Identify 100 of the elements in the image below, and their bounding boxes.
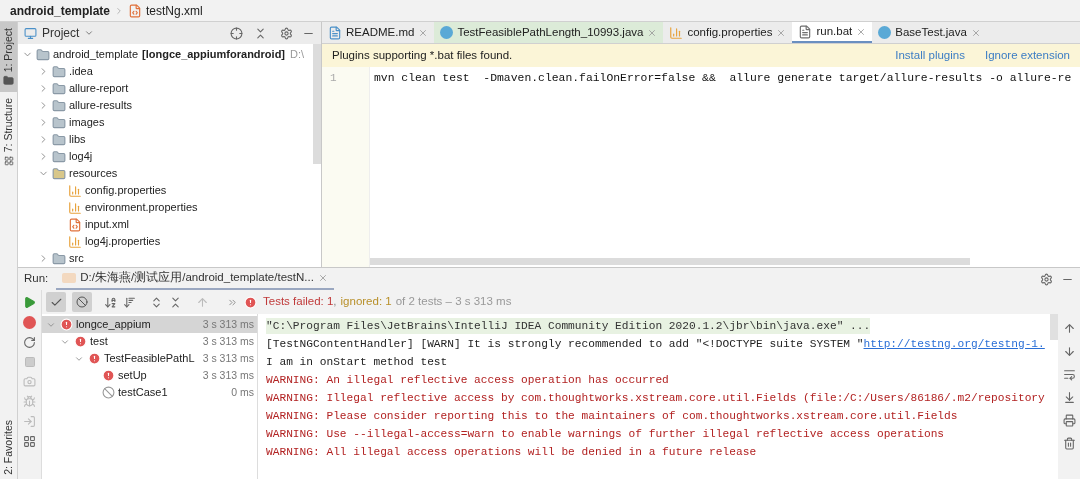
dropdown-icon[interactable] (84, 28, 95, 38)
tree-item[interactable]: android_template (53, 46, 138, 63)
import-icon[interactable] (23, 415, 36, 428)
close-icon[interactable] (317, 273, 328, 283)
console-link[interactable]: http://testng.org/testng-1. (863, 335, 1045, 353)
module-folder-icon (36, 47, 50, 62)
tree-item[interactable]: config.properties (85, 182, 167, 199)
tree-item[interactable]: allure-results (69, 97, 132, 114)
editor-tab[interactable]: BaseTest.java (872, 22, 987, 43)
folder-icon (52, 149, 66, 164)
collapse-all-icon[interactable] (169, 295, 182, 309)
tool-window-tab[interactable]: 7: Structure (0, 92, 17, 172)
editor-tab[interactable]: run.bat (792, 22, 873, 43)
status-separator: , (333, 294, 337, 310)
console-line: WARNING: Please consider reporting this to the maintainers of com.thoughtworks.xstream.core.util.Fields (266, 408, 958, 424)
console-line: [TestNGContentHandler] [WARN] It is strongly recommended to add "<!DOCTYPE suite SYSTEM " (266, 336, 864, 352)
toggle-auto-test-icon[interactable] (23, 336, 36, 349)
editor-tab[interactable]: README.md (322, 22, 435, 43)
tree-item[interactable]: input.xml (85, 216, 130, 233)
structure-icon (3, 155, 14, 166)
markdown-file-icon (328, 25, 342, 40)
error-icon (244, 295, 257, 309)
tree-item[interactable]: log4j (69, 148, 93, 165)
test-row[interactable]: test 3 s 313 ms (42, 333, 257, 350)
folder-icon (3, 75, 14, 87)
scrollbar (1050, 314, 1058, 340)
text-file-icon (798, 24, 813, 39)
tool-window-tab[interactable]: 2: Favorites (0, 416, 17, 479)
banner-text: Plugins supporting *.bat files found. (332, 47, 514, 63)
test-duration: 3 s 313 ms (201, 367, 255, 383)
run-icon[interactable] (23, 296, 36, 309)
scroll-to-end-icon[interactable] (1062, 391, 1076, 404)
test-row[interactable]: testCase1 0 ms (42, 384, 257, 401)
line-number: 1 (329, 71, 338, 86)
stop-icon[interactable] (23, 356, 36, 368)
resources-folder-icon (52, 166, 66, 181)
previous-icon[interactable] (196, 295, 209, 309)
properties-file-icon (669, 25, 684, 40)
print-icon[interactable] (1062, 414, 1076, 427)
sort-alpha-icon[interactable] (104, 295, 117, 309)
bug-icon[interactable] (23, 395, 36, 408)
console-line: WARNING: All illegal access operations will be denied in a future release (266, 444, 757, 460)
xml-file-icon (68, 217, 82, 232)
properties-file-icon (68, 200, 82, 215)
layout-icon[interactable] (23, 435, 36, 448)
show-passed-toggle[interactable] (46, 292, 66, 312)
folder-icon (52, 64, 66, 79)
folder-icon (52, 81, 66, 96)
class-file-icon (440, 26, 454, 39)
panel-title[interactable]: Project (42, 24, 80, 42)
tree-item[interactable]: environment.properties (85, 199, 198, 216)
close-icon[interactable] (647, 27, 658, 38)
close-icon[interactable] (970, 27, 981, 38)
camera-icon[interactable] (23, 375, 36, 388)
collapse-icon[interactable] (254, 26, 267, 40)
editor-tab[interactable]: TestFeasiblePathLength_10993.java (434, 22, 664, 43)
properties-file-icon (68, 183, 82, 198)
console-line: WARNING: Use --illegal-access=warn to enable warnings of further illegal reflective access operations (266, 426, 945, 442)
tree-item[interactable]: libs (69, 131, 86, 148)
test-row[interactable]: longce_appium 3 s 313 ms (42, 316, 257, 333)
test-row[interactable]: TestFeasiblePathL 3 s 313 ms (42, 350, 257, 367)
folder-icon (52, 251, 66, 266)
xml-file-icon (128, 3, 143, 18)
down-icon[interactable] (1062, 345, 1076, 358)
tree-item[interactable]: log4j.properties (85, 233, 161, 250)
test-name: TestFeasiblePathL (104, 351, 195, 367)
show-ignored-toggle[interactable] (72, 292, 92, 312)
up-icon[interactable] (1062, 322, 1076, 335)
test-row[interactable]: setUp 3 s 313 ms (42, 367, 257, 384)
test-duration: 3 s 313 ms (201, 350, 255, 366)
close-icon[interactable] (418, 27, 429, 38)
test-summary: of 2 tests – 3 s 313 ms (395, 294, 512, 310)
banner-link[interactable]: Ignore extension (984, 46, 1070, 65)
expand-all-icon[interactable] (150, 295, 163, 309)
locate-icon[interactable] (230, 26, 243, 40)
console-line: WARNING: An illegal reflective access operation has occurred (266, 372, 669, 388)
settings-icon[interactable] (1040, 272, 1053, 286)
tool-window-tab[interactable]: 1: Project (0, 22, 17, 93)
sort-duration-icon[interactable] (123, 295, 136, 309)
trash-icon[interactable] (1062, 437, 1076, 450)
soft-wrap-icon[interactable] (1062, 368, 1076, 381)
project-icon (24, 26, 37, 40)
test-name: test (90, 334, 108, 350)
breadcrumb-item[interactable]: android_template (10, 1, 111, 20)
module-path: D:\ (290, 47, 305, 63)
test-duration: 0 ms (230, 384, 255, 400)
folder-icon (52, 115, 66, 130)
tree-item[interactable]: .idea (69, 63, 93, 80)
test-name: longce_appium (76, 317, 151, 333)
close-icon[interactable] (856, 26, 867, 37)
settings-icon[interactable] (280, 26, 293, 40)
tree-item[interactable]: allure-report (69, 80, 129, 97)
banner-link[interactable]: Install plugins (895, 46, 965, 65)
tree-item[interactable]: images (69, 114, 105, 131)
breadcrumb-item[interactable]: testNg.xml (146, 1, 203, 20)
tree-item[interactable]: resources (69, 165, 118, 182)
editor-tab[interactable]: config.properties (663, 22, 793, 43)
run-tab[interactable]: D:/朱海燕/测试应用/android_template/testN... (56, 268, 334, 290)
tree-item[interactable]: src (69, 250, 84, 267)
close-icon[interactable] (776, 27, 787, 38)
